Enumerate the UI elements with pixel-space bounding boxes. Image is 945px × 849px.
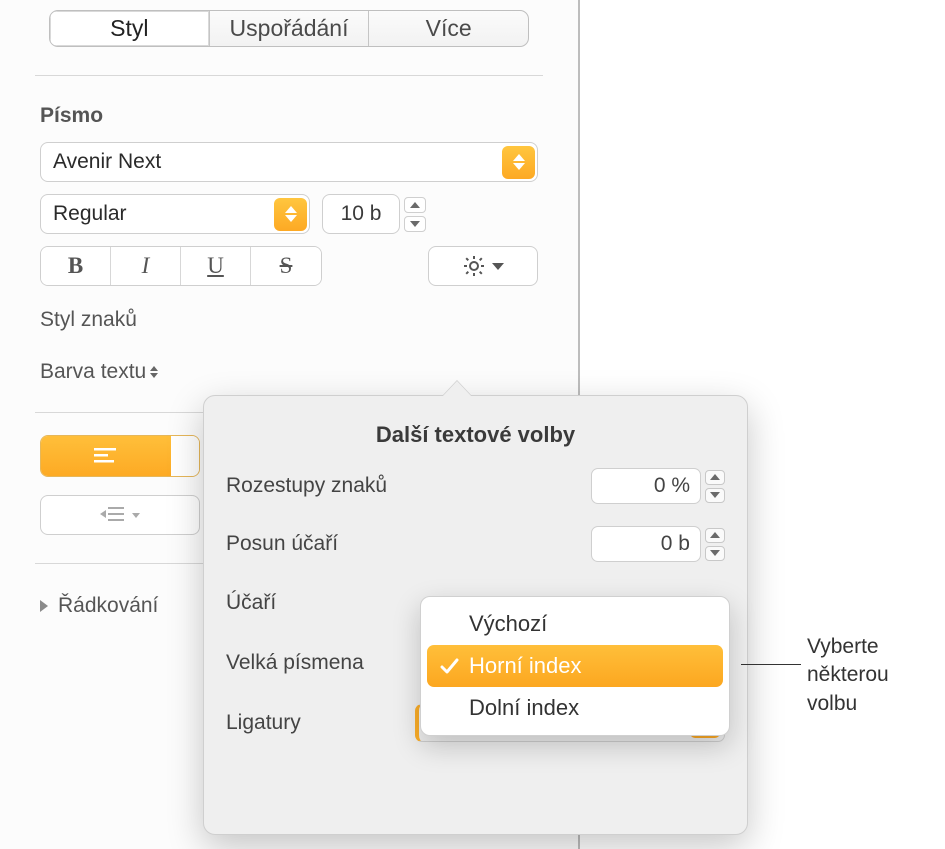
check-icon xyxy=(439,656,459,676)
baseline-shift-input[interactable]: 0 b xyxy=(591,526,701,562)
font-weight-select[interactable]: Regular xyxy=(40,194,310,234)
font-section-label: Písmo xyxy=(40,104,578,128)
character-spacing-label: Rozestupy znaků xyxy=(226,474,387,498)
alignment-group xyxy=(40,435,200,477)
popover-arrow-icon xyxy=(442,381,472,397)
advanced-text-options-button[interactable] xyxy=(428,246,538,286)
baseline-shift-label: Posun účaří xyxy=(226,532,338,556)
character-style-label: Styl znaků xyxy=(40,308,578,332)
popover-title: Další textové volby xyxy=(226,422,725,448)
bold-button[interactable]: B xyxy=(41,247,111,285)
baseline-dropdown-menu: Výchozí Horní index Dolní index xyxy=(420,596,730,736)
tab-more[interactable]: Více xyxy=(369,11,528,46)
font-family-select[interactable]: Avenir Next xyxy=(40,142,538,182)
tab-layout[interactable]: Uspořádání xyxy=(210,11,370,46)
text-color-label-row: Barva textu xyxy=(40,360,578,384)
callout-line-1: Vyberte xyxy=(807,633,889,661)
line-spacing-label: Řádkování xyxy=(58,594,158,618)
chevron-down-icon xyxy=(132,513,140,518)
font-size-field: 10 b xyxy=(322,194,426,234)
stepper-down[interactable] xyxy=(705,546,725,561)
font-size-input[interactable]: 10 b xyxy=(322,194,400,234)
baseline-option-subscript[interactable]: Dolní index xyxy=(427,687,723,729)
text-color-label: Barva textu xyxy=(40,360,146,384)
divider xyxy=(35,75,543,76)
baseline-option-superscript[interactable]: Horní index xyxy=(427,645,723,687)
font-family-value: Avenir Next xyxy=(53,150,161,174)
chevron-down-icon xyxy=(492,263,504,270)
updown-caret-icon xyxy=(150,366,158,378)
dropdown-caret-icon xyxy=(502,146,535,179)
baseline-label: Účaří xyxy=(226,591,276,615)
baseline-option-default[interactable]: Výchozí xyxy=(427,603,723,645)
callout-line-2: některou xyxy=(807,661,889,689)
character-spacing-input[interactable]: 0 % xyxy=(591,468,701,504)
dropdown-caret-icon xyxy=(274,198,307,231)
callout-leader-line xyxy=(741,664,801,665)
baseline-option-label: Horní index xyxy=(469,653,582,679)
font-weight-value: Regular xyxy=(53,202,127,226)
ligatures-label: Ligatury xyxy=(226,711,301,735)
callout-text: Vyberte některou volbu xyxy=(807,633,889,718)
italic-button[interactable]: I xyxy=(111,247,181,285)
capitalization-label: Velká písmena xyxy=(226,651,364,675)
align-left-button[interactable] xyxy=(41,436,171,476)
decrease-indent-icon xyxy=(100,505,126,525)
baseline-shift-stepper xyxy=(705,528,725,561)
tab-style[interactable]: Styl xyxy=(50,11,210,46)
text-style-group: B I U S xyxy=(40,246,322,286)
stepper-up[interactable] xyxy=(705,528,725,543)
font-size-stepper-up[interactable] xyxy=(404,197,426,213)
gear-icon xyxy=(462,254,486,278)
underline-button[interactable]: U xyxy=(181,247,251,285)
strikethrough-button[interactable]: S xyxy=(251,247,321,285)
indent-button[interactable] xyxy=(40,495,200,535)
inspector-tabs: Styl Uspořádání Více xyxy=(49,10,529,47)
align-placeholder xyxy=(171,436,199,476)
callout-line-3: volbu xyxy=(807,690,889,718)
chevron-right-icon xyxy=(40,600,48,612)
font-size-stepper-down[interactable] xyxy=(404,216,426,232)
stepper-up[interactable] xyxy=(705,470,725,485)
stepper-down[interactable] xyxy=(705,488,725,503)
font-size-stepper xyxy=(404,194,426,234)
character-spacing-stepper xyxy=(705,470,725,503)
align-left-icon xyxy=(92,445,120,467)
